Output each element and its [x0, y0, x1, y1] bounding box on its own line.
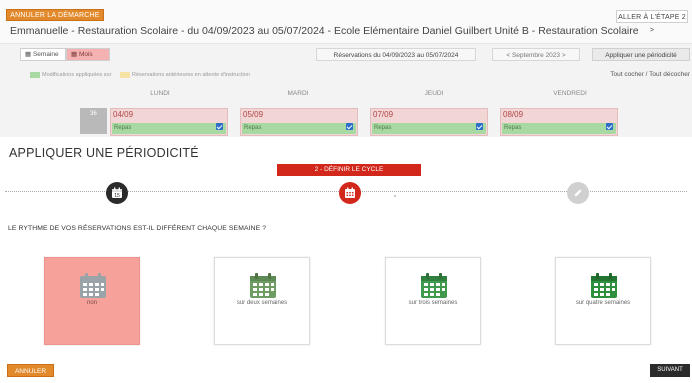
calendar-grid-icon — [345, 187, 355, 198]
meal-slot: Repas — [502, 123, 616, 134]
step-2-calendar-icon[interactable] — [339, 182, 361, 204]
option-card-none[interactable]: non — [44, 257, 140, 345]
next-button[interactable]: Suivant — [650, 364, 690, 377]
option-card-three-weeks[interactable]: sur trois semaines — [385, 257, 481, 345]
month-navigator[interactable]: < Septembre 2023 > — [492, 48, 580, 61]
week-number: 36 — [80, 108, 107, 134]
day-header: VENDREDI — [553, 90, 587, 97]
top-bar: Annuler la démarche Aller à l'étape 2 > … — [0, 0, 692, 44]
option-card-two-weeks[interactable]: sur deux semaines — [214, 257, 310, 345]
calendar-icon: 15 — [112, 187, 122, 199]
calendar-toolbar: ▦ Semaine ▦ Mois Réservations du 04/09/2… — [0, 47, 692, 63]
page-title: Emmanuelle - Restauration Scolaire - du … — [10, 25, 639, 37]
check-all-toggle[interactable]: Tout cocher / Tout décocher — [610, 71, 690, 78]
cancel-process-button[interactable]: Annuler la démarche — [6, 9, 104, 21]
day-date: 08/09 — [503, 110, 524, 119]
legend: Modifications appliquées sur Réservation… — [0, 68, 692, 82]
option-label: sur quatre semaines — [575, 300, 631, 306]
modal-title: APPLIQUER UNE PÉRIODICITÉ — [9, 146, 199, 160]
day-header: JEUDI — [424, 90, 444, 97]
step-banner: 2 - DÉFINIR LE CYCLE — [277, 164, 421, 176]
calendar-day-cell[interactable]: 08/09 Repas — [500, 108, 618, 136]
reservation-page-background: Annuler la démarche Aller à l'étape 2 > … — [0, 0, 692, 160]
day-header: LUNDI — [150, 90, 170, 97]
calendar-day-cell[interactable]: 04/09 Repas — [110, 108, 228, 136]
calendar-grid-icon — [421, 273, 447, 298]
day-date: 04/09 — [113, 110, 134, 119]
svg-text:15: 15 — [114, 193, 120, 199]
periodicity-modal: APPLIQUER UNE PÉRIODICITÉ 2 - DÉFINIR LE… — [0, 137, 692, 383]
step-1-calendar-icon[interactable]: 15 — [106, 182, 128, 204]
day-date: 05/09 — [243, 110, 264, 119]
meal-checkbox[interactable] — [346, 123, 353, 130]
day-date: 07/09 — [373, 110, 394, 119]
go-to-step-2-button[interactable]: Aller à l'étape 2 > — [616, 10, 688, 34]
apply-periodicity-button[interactable]: Appliquer une périodicité — [592, 48, 690, 61]
option-label: sur trois semaines — [408, 300, 458, 306]
option-label: sur deux semaines — [236, 300, 288, 306]
legend-green-label: Modifications appliquées sur — [42, 72, 112, 78]
day-headers: LUNDI MARDI JEUDI VENDREDI — [110, 90, 630, 100]
stepper-dot — [394, 195, 396, 197]
meal-checkbox[interactable] — [216, 123, 223, 130]
meal-checkbox[interactable] — [606, 123, 613, 130]
legend-yellow-label: Réservations antérieures en attente d'in… — [132, 72, 250, 78]
calendar-grid-icon — [250, 273, 276, 298]
reservation-range: Réservations du 04/09/2023 au 05/07/2024 — [316, 48, 476, 61]
calendar-grid-icon — [591, 273, 617, 298]
meal-slot: Repas — [372, 123, 486, 134]
calendar-grid-icon — [80, 273, 106, 298]
meal-checkbox[interactable] — [476, 123, 483, 130]
pencil-icon — [574, 189, 582, 197]
view-week-button[interactable]: ▦ Semaine — [20, 48, 66, 61]
legend-green-swatch — [30, 72, 40, 78]
view-month-label: Mois — [78, 51, 93, 58]
view-week-label: Semaine — [32, 51, 59, 58]
option-label: non — [86, 300, 97, 306]
cancel-button[interactable]: Annuler — [7, 364, 54, 377]
cycle-question: Le rythme de vos réservations est-il dif… — [8, 225, 267, 232]
meal-slot: Repas — [112, 123, 226, 134]
calendar-day-cell[interactable]: 05/09 Repas — [240, 108, 358, 136]
step-3-pencil-icon[interactable] — [567, 182, 589, 204]
meal-slot: Repas — [242, 123, 356, 134]
option-card-four-weeks[interactable]: sur quatre semaines — [555, 257, 651, 345]
calendar-day-cell[interactable]: 07/09 Repas — [370, 108, 488, 136]
day-header: MARDI — [287, 90, 309, 97]
legend-yellow-swatch — [120, 72, 130, 78]
view-month-button[interactable]: ▦ Mois — [66, 48, 110, 61]
